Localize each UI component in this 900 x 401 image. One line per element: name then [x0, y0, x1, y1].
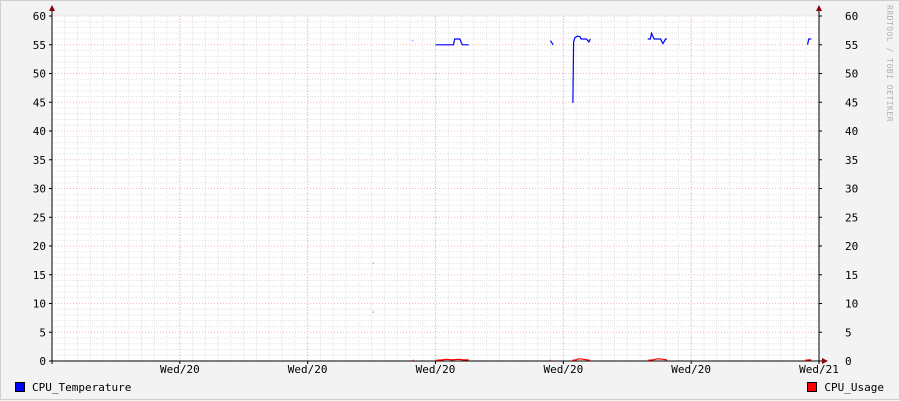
x-tick-label: Wed/20	[416, 363, 456, 376]
y-tick-label-right: 20	[845, 240, 858, 253]
y-tick-label-right: 45	[845, 96, 858, 109]
x-tick-label: Wed/20	[288, 363, 328, 376]
legend-cpu-temperature: CPU_Temperature	[15, 380, 131, 394]
series-line-cpu-usage	[435, 358, 469, 361]
x-tick-label: Wed/21	[799, 363, 839, 376]
y-tick-label-right: 15	[845, 269, 858, 282]
y-tick-label-right: 5	[845, 326, 852, 339]
grid-layer	[52, 15, 820, 362]
x-tick-label: Wed/20	[160, 363, 200, 376]
y-tick-label-left: 60	[33, 10, 46, 23]
y-tick-label-right: 55	[845, 39, 858, 52]
y-tick-label-left: 45	[33, 96, 46, 109]
y-tick-label-left: 55	[33, 39, 46, 52]
x-tick-label: Wed/20	[671, 363, 711, 376]
y-tick-label-left: 40	[33, 125, 46, 138]
legend-label-cpu-usage: CPU_Usage	[824, 380, 884, 394]
y-tick-label-left: 10	[33, 298, 46, 311]
y-tick-label-right: 35	[845, 154, 858, 167]
chart-frame: 0 0 5 5 10 10 15 15 20 20 25 25 30 30 35 35 40 40 45 45 50 50…	[0, 0, 900, 400]
legend-cpu-usage: CPU_Usage	[807, 380, 884, 394]
y-tick-label-left: 30	[33, 183, 46, 196]
y-tick-label-left: 15	[33, 269, 46, 282]
y-tick-label-right: 10	[845, 298, 858, 311]
y-tick-label-right: 60	[845, 10, 858, 23]
y-tick-label-right: 30	[845, 183, 858, 196]
x-tick-label: Wed/20	[543, 363, 583, 376]
y-tick-label-left: 50	[33, 68, 46, 81]
y-tick-label-right: 50	[845, 68, 858, 81]
legend-swatch-red	[807, 382, 818, 392]
legend-label-cpu-temperature: CPU_Temperature	[32, 380, 132, 394]
legend-swatch-blue	[15, 382, 25, 392]
y-tick-label-left: 25	[33, 211, 46, 224]
y-tick-label-left: 5	[39, 326, 46, 339]
y-tick-label-left: 0	[39, 355, 46, 368]
y-tick-label-left: 20	[33, 240, 46, 253]
y-tick-label-right: 40	[845, 125, 858, 138]
y-tick-label-left: 35	[33, 154, 46, 167]
y-axis-left-arrow	[49, 5, 55, 11]
series-line-cpu-usage	[804, 359, 812, 361]
y-tick-label-right: 0	[845, 355, 852, 368]
chart-svg: 0 05 510 1015 1520 2025 2530 3035 3540 4045 4550 50…	[33, 5, 858, 376]
rrdtool-watermark: RRDTOOL / TOBI OETIKER	[885, 5, 894, 122]
y-axis-right-arrow	[816, 5, 822, 11]
y-tick-label-right: 25	[845, 211, 858, 224]
